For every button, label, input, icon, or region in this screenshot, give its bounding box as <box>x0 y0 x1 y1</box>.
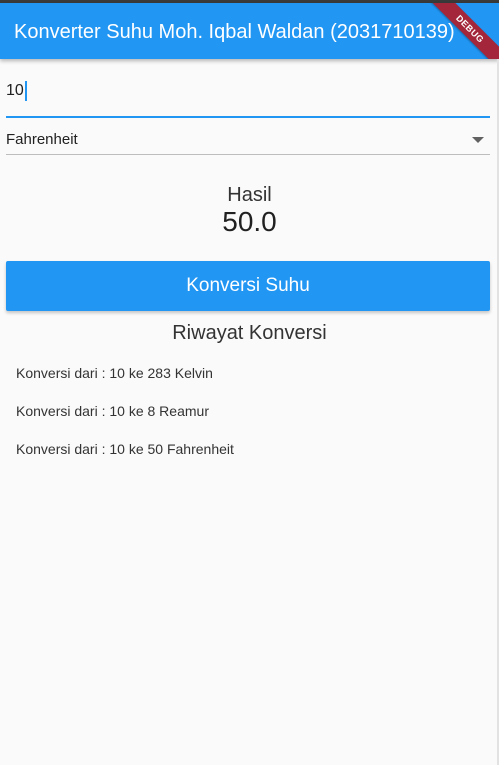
history-item: Konversi dari : 10 ke 8 Reamur <box>16 403 209 419</box>
history-title: Riwayat Konversi <box>172 322 327 344</box>
app-title: Konverter Suhu Moh. Iqbal Waldan (203171… <box>14 21 455 43</box>
unit-dropdown[interactable]: Fahrenheit <box>6 128 490 155</box>
temperature-input-value: 10 <box>6 82 24 99</box>
text-cursor <box>25 81 27 101</box>
app-bar: Konverter Suhu Moh. Iqbal Waldan (203171… <box>0 3 499 59</box>
history-item: Konversi dari : 10 ke 283 Kelvin <box>16 365 213 381</box>
history-item: Konversi dari : 10 ke 50 Fahrenheit <box>16 441 234 457</box>
result-label: Hasil <box>227 184 272 206</box>
convert-button[interactable]: Konversi Suhu <box>6 261 490 311</box>
result-value: 50.0 <box>222 206 277 237</box>
temperature-input[interactable]: 10 <box>6 78 490 118</box>
arrow-drop-down-icon <box>472 137 484 143</box>
history-list: Konversi dari : 10 ke 283 Kelvin Konvers… <box>16 364 234 478</box>
unit-dropdown-value: Fahrenheit <box>6 131 78 148</box>
